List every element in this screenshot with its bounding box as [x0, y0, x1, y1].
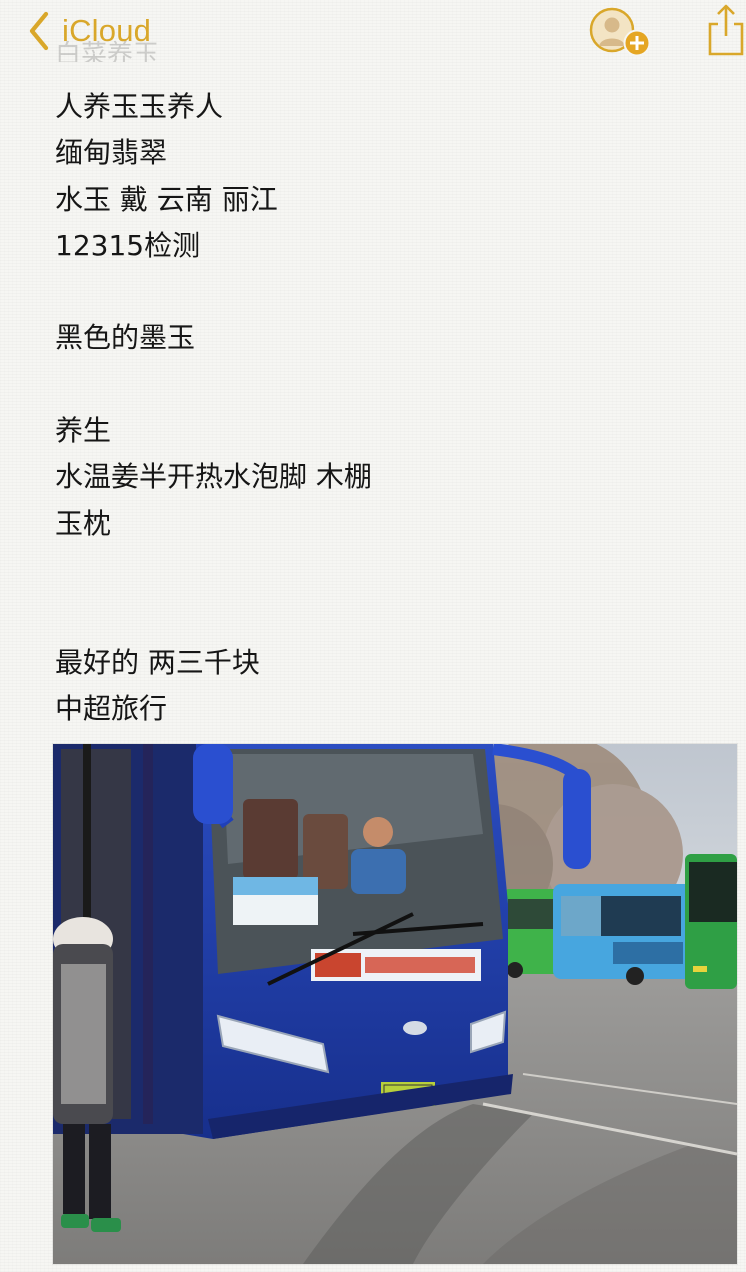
share-icon — [708, 4, 744, 56]
note-line: 最好的 两三千块 — [55, 645, 260, 679]
back-button[interactable]: iCloud — [28, 8, 151, 54]
note-line: 黑色的墨玉 — [55, 321, 196, 355]
add-person-icon — [589, 7, 651, 57]
bus-photo-image — [53, 744, 737, 1264]
note-line: 水玉 戴 云南 丽江 — [55, 182, 278, 216]
note-line: 养生 — [55, 414, 112, 448]
attached-photo[interactable] — [53, 744, 737, 1264]
note-line: 中超旅行 — [55, 691, 168, 725]
note-line-empty — [55, 547, 715, 593]
chevron-left-icon — [29, 11, 49, 51]
note-line: 12315检测 — [55, 228, 201, 262]
note-line: 缅甸翡翠 — [55, 136, 168, 170]
note-body[interactable]: 人养玉玉养人 缅甸翡翠 水玉 戴 云南 丽江 12315检测 黑色的墨玉 养生 … — [55, 84, 715, 732]
note-line: 人养玉玉养人 — [55, 90, 224, 123]
share-button[interactable] — [706, 3, 746, 57]
note-line-empty — [55, 593, 715, 639]
note-line-empty — [55, 269, 715, 315]
back-button-label: iCloud — [62, 13, 152, 48]
navigation-bar: iCloud — [0, 0, 746, 62]
note-line-empty — [55, 362, 715, 408]
note-line: 玉枕 — [55, 506, 112, 540]
add-people-button[interactable] — [588, 6, 652, 58]
note-line: 水温姜半开热水泡脚 木棚 — [55, 460, 372, 494]
